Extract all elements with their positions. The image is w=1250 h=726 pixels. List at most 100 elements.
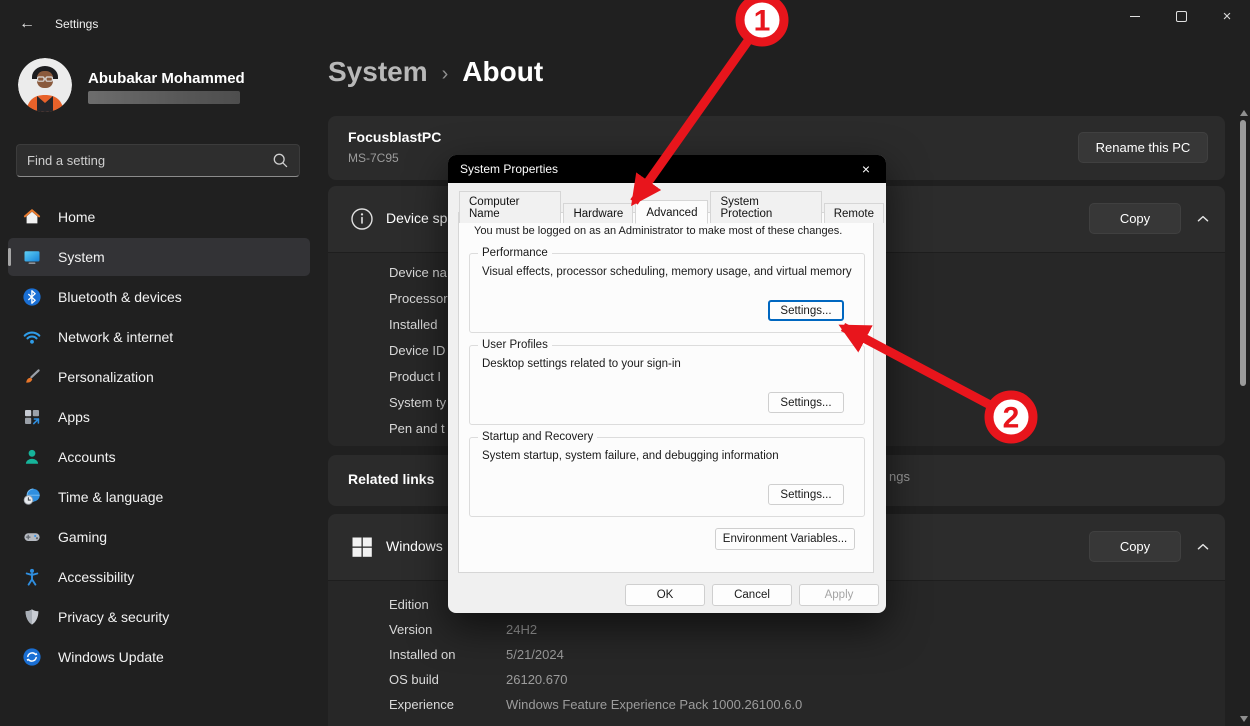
scroll-up-icon[interactable] [1240,110,1248,116]
related-link-partial[interactable]: ngs [889,469,910,484]
sidebar-item-label: Accounts [58,449,116,465]
back-arrow-icon: ← [19,15,35,33]
time-language-icon [22,487,42,507]
sidebar-item-gaming[interactable]: Gaming [8,518,310,556]
bluetooth-icon [22,287,42,307]
sidebar-item-label: Network & internet [58,329,173,345]
spec-row-system-type: System ty [389,389,448,415]
ws-label: Version [389,622,506,637]
spec-row-device-name: Device na [389,259,448,285]
sidebar-item-system[interactable]: System [8,238,310,276]
advanced-tab-page: You must be logged on as an Administrato… [458,212,874,573]
ws-row-experience: Experience Windows Feature Experience Pa… [389,692,802,717]
spec-row-product-id: Product I [389,363,448,389]
spec-row-processor: Processor [389,285,448,311]
scrollbar[interactable] [1239,110,1247,726]
sidebar-item-network-internet[interactable]: Network & internet [8,318,310,356]
windows-logo-icon [350,535,374,559]
search-input[interactable] [17,153,272,168]
settings-window: ← Settings × Abubakar Mohammed [0,0,1250,726]
system-properties-dialog: System Properties × Computer Name Hardwa… [448,155,886,613]
startup-recovery-group: Startup and Recovery System startup, sys… [469,437,865,517]
sidebar-item-bluetooth-devices[interactable]: Bluetooth & devices [8,278,310,316]
user-profiles-group: User Profiles Desktop settings related t… [469,345,865,425]
dialog-footer: OK Cancel Apply [448,584,886,606]
sidebar-item-label: Accessibility [58,569,134,585]
windows-specs-title: Windows [386,538,443,554]
page-title: About [462,56,543,88]
sidebar-item-time-language[interactable]: Time & language [8,478,310,516]
startup-recovery-group-title: Startup and Recovery [478,431,597,443]
spec-row-pen-touch: Pen and t [389,415,448,441]
breadcrumb-system[interactable]: System [328,56,428,88]
startup-recovery-settings-button[interactable]: Settings... [768,484,844,505]
sidebar-item-privacy-security[interactable]: Privacy & security [8,598,310,636]
user-profiles-settings-button[interactable]: Settings... [768,392,844,413]
tab-hardware[interactable]: Hardware [563,203,633,223]
avatar[interactable] [18,58,72,112]
network-icon [22,327,42,347]
accessibility-icon [22,567,42,587]
sidebar-item-apps[interactable]: Apps [8,398,310,436]
tab-advanced[interactable]: Advanced [635,200,708,224]
sidebar-item-home[interactable]: Home [8,198,310,236]
sidebar-item-label: Bluetooth & devices [58,289,182,305]
dialog-close-button[interactable]: × [858,161,874,177]
ws-row-version: Version 24H2 [389,617,802,642]
pc-name: FocusblastPC [348,129,441,145]
maximize-button[interactable] [1158,0,1204,32]
sidebar-item-label: Home [58,209,95,225]
user-profiles-description: Desktop settings related to your sign-in [482,358,854,370]
rename-pc-button[interactable]: Rename this PC [1078,132,1208,163]
ok-button[interactable]: OK [625,584,705,606]
dialog-titlebar: System Properties × [448,155,886,183]
profile-email-redacted [88,91,240,104]
close-icon: × [1223,9,1232,24]
sidebar-nav: Home System Bluetooth & devices Network … [8,198,310,678]
sidebar-item-accessibility[interactable]: Accessibility [8,558,310,596]
performance-group-title: Performance [478,247,552,259]
ws-value: 26120.670 [506,672,567,687]
sidebar-item-label: Personalization [58,369,154,385]
ws-value: 5/21/2024 [506,647,564,662]
step-1-number: 1 [754,5,771,38]
scroll-down-icon[interactable] [1240,716,1248,722]
chevron-up-icon[interactable] [1195,211,1211,227]
home-icon [22,207,42,227]
dialog-tabs: Computer Name Hardware Advanced System P… [459,191,886,223]
tab-computer-name[interactable]: Computer Name [459,191,561,223]
apply-button[interactable]: Apply [799,584,879,606]
app-title: Settings [55,17,98,31]
ws-row-installed-on: Installed on 5/21/2024 [389,642,802,667]
apps-icon [22,407,42,427]
scrollbar-thumb[interactable] [1240,120,1246,386]
tab-remote[interactable]: Remote [824,203,884,223]
windows-specs-copy-button[interactable]: Copy [1089,531,1181,562]
performance-description: Visual effects, processor scheduling, me… [482,266,854,278]
system-icon [22,247,42,267]
close-button[interactable]: × [1204,0,1250,32]
cancel-button[interactable]: Cancel [712,584,792,606]
environment-variables-button[interactable]: Environment Variables... [715,528,855,550]
tab-system-protection[interactable]: System Protection [710,191,821,223]
profile-name: Abubakar Mohammed [88,70,245,87]
step-1-badge [740,0,784,42]
privacy-shield-icon [22,607,42,627]
gaming-icon [22,527,42,547]
chevron-up-icon[interactable] [1195,539,1211,555]
sidebar-item-accounts[interactable]: Accounts [8,438,310,476]
windows-update-icon [22,647,42,667]
device-specs-copy-button[interactable]: Copy [1089,203,1181,234]
ws-row-os-build: OS build 26120.670 [389,667,802,692]
ws-label: OS build [389,672,506,687]
spec-row-installed-ram: Installed [389,311,448,337]
back-button[interactable]: ← [12,10,42,38]
performance-settings-button[interactable]: Settings... [768,300,844,321]
sidebar-item-personalization[interactable]: Personalization [8,358,310,396]
admin-notice: You must be logged on as an Administrato… [474,225,842,237]
sidebar-item-label: Windows Update [58,649,164,665]
sidebar-item-label: Apps [58,409,90,425]
minimize-button[interactable] [1112,0,1158,32]
sidebar-item-windows-update[interactable]: Windows Update [8,638,310,676]
search-icon[interactable] [272,152,289,169]
